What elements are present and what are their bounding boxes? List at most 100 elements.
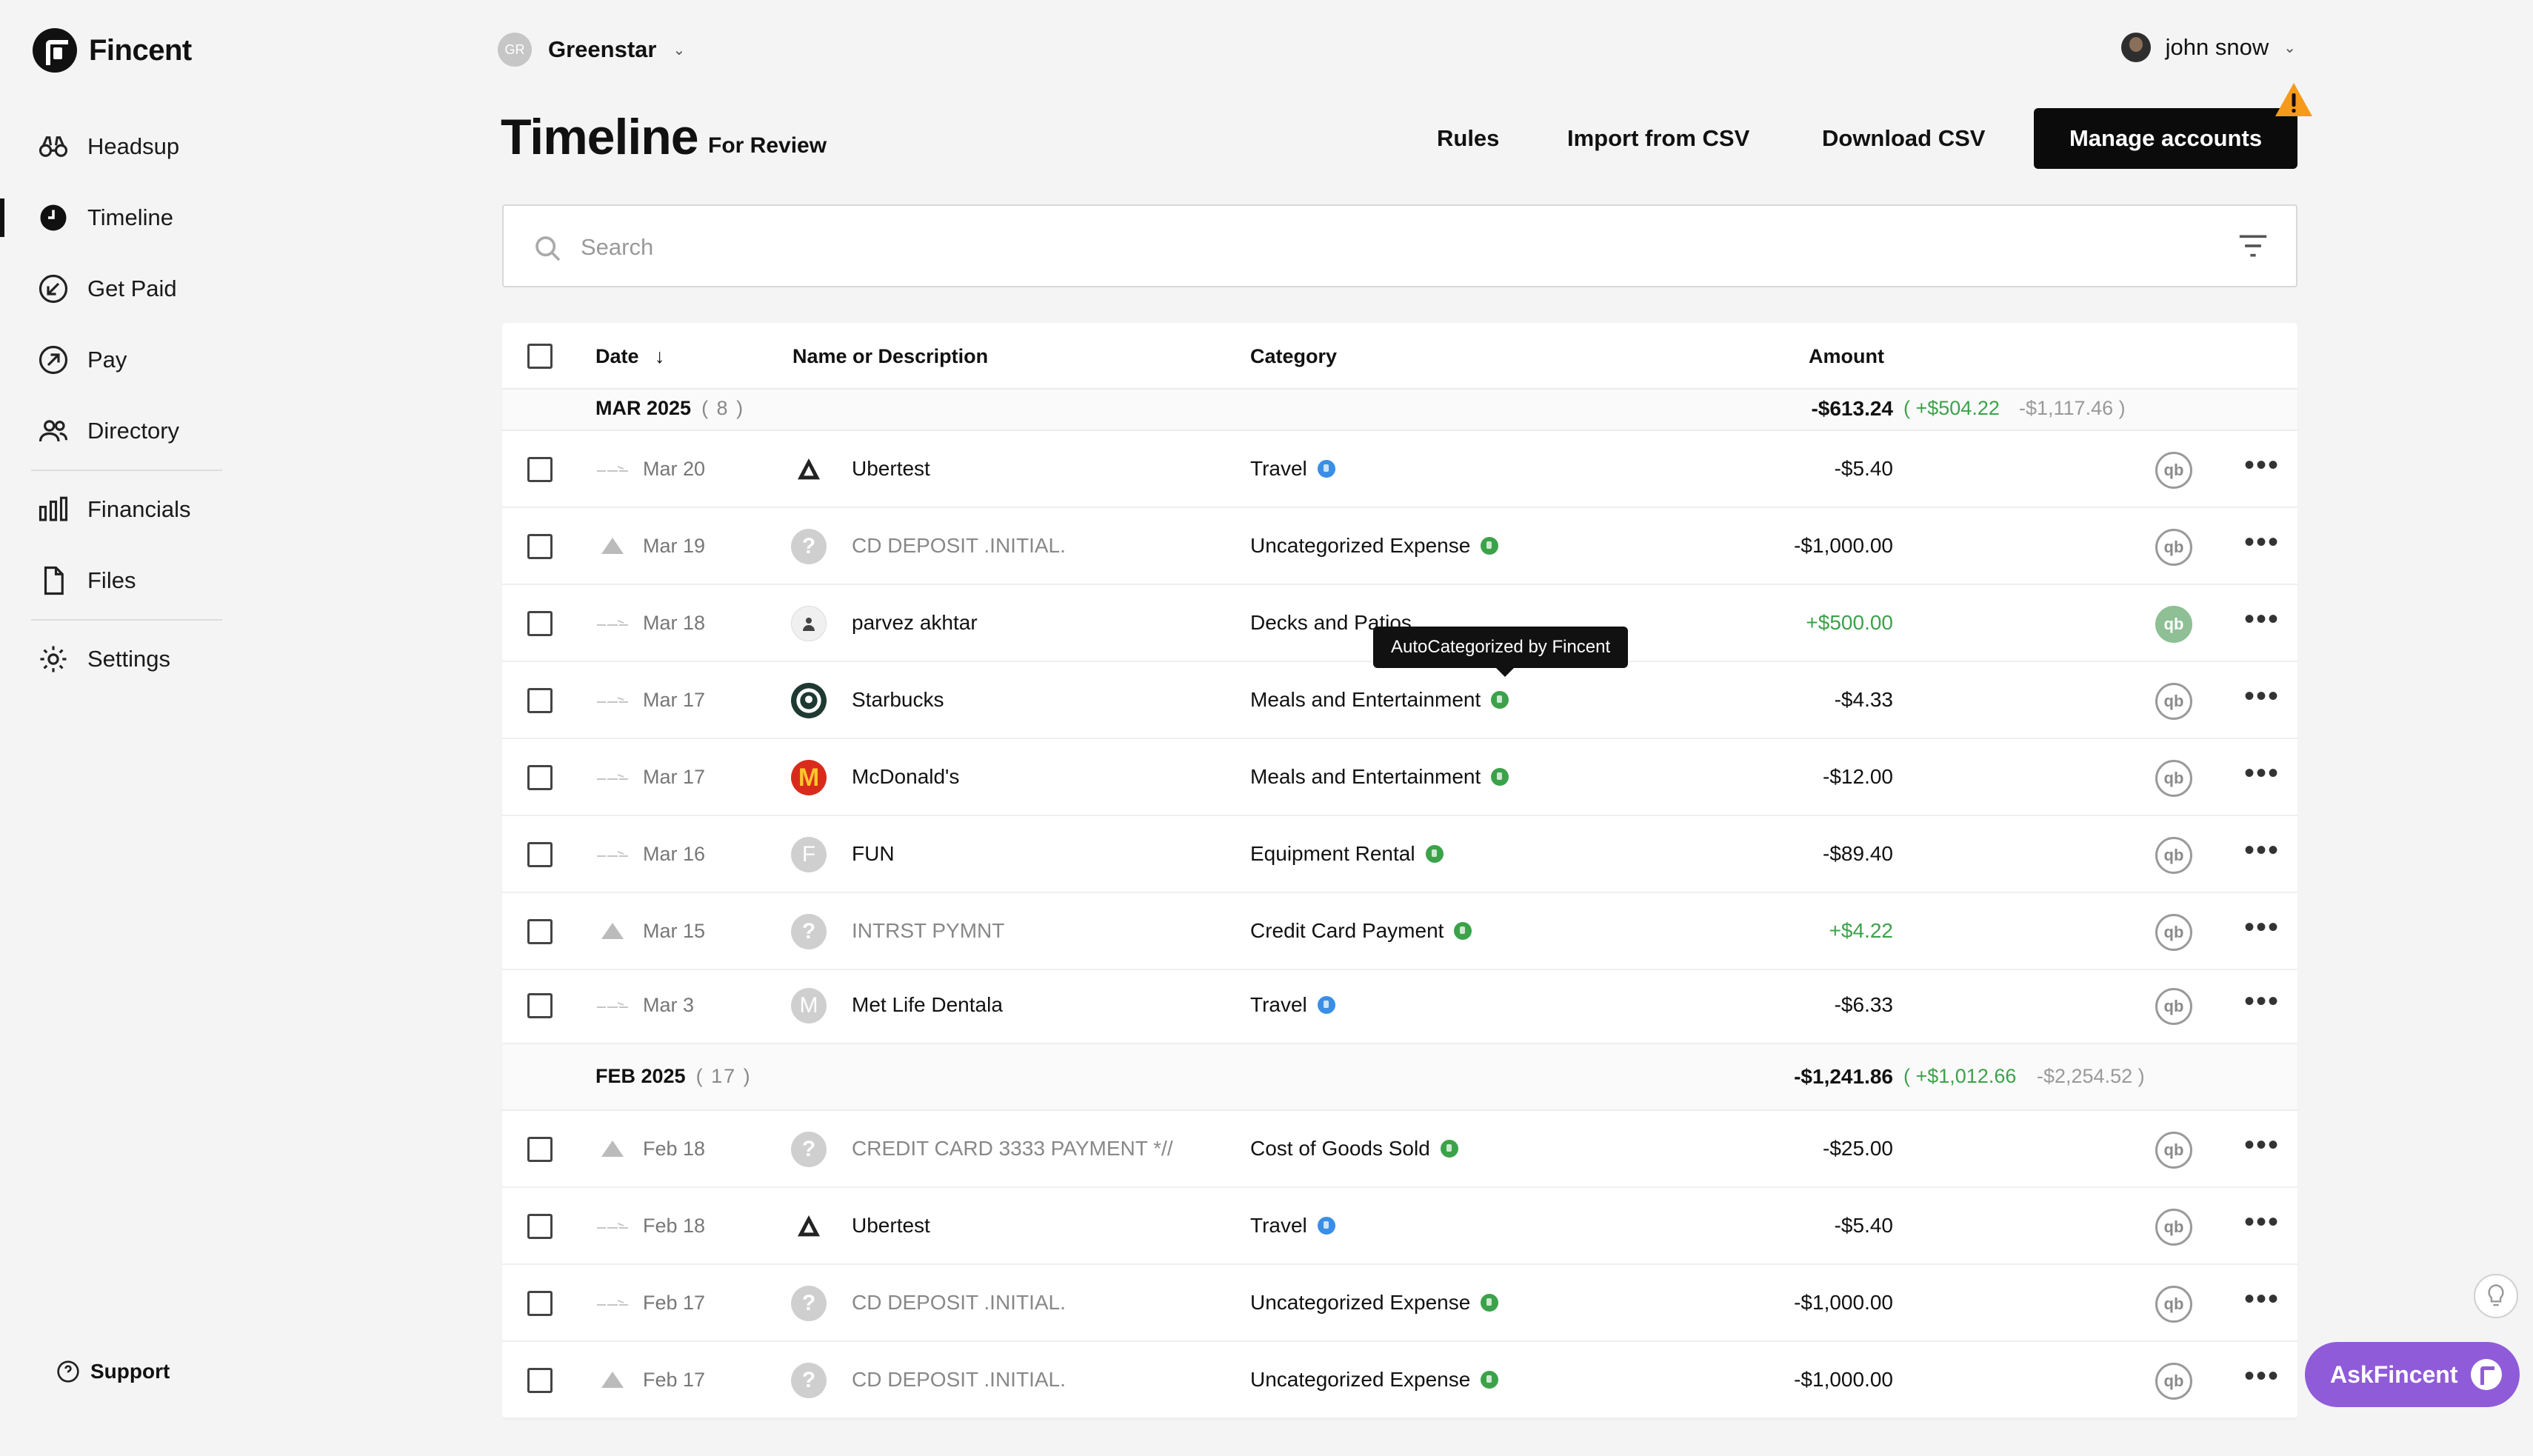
row-checkbox[interactable] xyxy=(527,688,553,713)
brand[interactable]: Fincent xyxy=(33,28,192,73)
quickbooks-sync-icon[interactable]: qb xyxy=(2155,606,2192,643)
user-menu[interactable]: john snow ⌄ xyxy=(2120,33,2296,62)
table-row[interactable]: Feb 18? CREDIT CARD 3333 PAYMENT *// Cost … xyxy=(502,1111,2297,1188)
quickbooks-sync-icon[interactable]: qb xyxy=(2155,452,2192,489)
category-cell[interactable]: Meals and Entertainment xyxy=(1250,765,1509,789)
warning-icon[interactable] xyxy=(2274,81,2314,118)
table-row[interactable]: Feb 18 Ubertest Travel -$5.40 qb ••• xyxy=(502,1188,2297,1265)
table-row[interactable]: Mar 3 M Met Life Dentala Travel -$6.33 qb ••• xyxy=(502,967,2297,1044)
more-options-icon[interactable]: ••• xyxy=(2244,604,2280,634)
transaction-amount: +$500.00 xyxy=(1806,611,1893,634)
brand-name: Fincent xyxy=(89,33,192,67)
rules-button[interactable]: Rules xyxy=(1437,108,1499,169)
quickbooks-sync-icon[interactable]: qb xyxy=(2155,1132,2192,1169)
table-row[interactable]: Mar 19? CD DEPOSIT .INITIAL. Uncategorized… xyxy=(502,508,2297,585)
row-checkbox[interactable] xyxy=(527,1368,553,1393)
sidebar-item-timeline[interactable]: Timeline xyxy=(0,182,237,253)
category-cell[interactable]: Uncategorized Expense xyxy=(1250,1368,1499,1392)
sidebar-item-pay[interactable]: Pay xyxy=(0,324,237,395)
more-options-icon[interactable]: ••• xyxy=(2244,681,2280,711)
table-row[interactable]: Mar 17 Starbucks Meals and Entertainment -$… xyxy=(502,662,2297,739)
select-all-checkbox[interactable] xyxy=(527,344,553,369)
table-row[interactable]: Mar 16 F FUN Equipment Rental -$89.40 qb ••• xyxy=(502,816,2297,893)
row-checkbox[interactable] xyxy=(527,457,553,482)
quickbooks-sync-icon[interactable]: qb xyxy=(2155,1209,2192,1246)
quickbooks-sync-icon[interactable]: qb xyxy=(2155,914,2192,951)
transaction-date: Mar 19 xyxy=(643,535,706,557)
sidebar-item-label: Get Paid xyxy=(87,275,177,301)
more-options-icon[interactable]: ••• xyxy=(2244,986,2280,1016)
uber-icon xyxy=(791,1209,827,1244)
table-row[interactable]: Feb 17? CD DEPOSIT .INITIAL. Uncategorized… xyxy=(502,1265,2297,1342)
category-cell[interactable]: Cost of Goods Sold xyxy=(1250,1137,1458,1161)
filter-icon[interactable] xyxy=(2237,231,2269,261)
more-options-icon[interactable]: ••• xyxy=(2244,1207,2280,1237)
quickbooks-sync-icon[interactable]: qb xyxy=(2155,837,2192,874)
ask-fincent-button[interactable]: AskFincent xyxy=(2305,1342,2520,1407)
support-link[interactable]: Support xyxy=(56,1360,170,1383)
quickbooks-sync-icon[interactable]: qb xyxy=(2155,529,2192,566)
row-checkbox[interactable] xyxy=(527,1291,553,1316)
sidebar-divider xyxy=(31,470,222,471)
bank-source-icon xyxy=(595,618,630,630)
more-options-icon[interactable]: ••• xyxy=(2244,758,2280,788)
quickbooks-sync-icon[interactable]: qb xyxy=(2155,1363,2192,1400)
lightbulb-icon[interactable] xyxy=(2474,1274,2518,1318)
org-switcher[interactable]: GR Greenstar ⌄ xyxy=(498,33,685,67)
sidebar-item-headsup[interactable]: Headsup xyxy=(0,111,237,182)
bank-source-icon xyxy=(595,695,630,707)
sidebar-item-directory[interactable]: Directory xyxy=(0,395,237,467)
more-options-icon[interactable]: ••• xyxy=(2244,912,2280,942)
search-input[interactable] xyxy=(581,224,2136,271)
category-cell[interactable]: Uncategorized Expense xyxy=(1250,1291,1499,1315)
category-cell[interactable]: Credit Card Payment xyxy=(1250,919,1472,943)
table-row[interactable]: Mar 17 M McDonald's Meals and Entertainment… xyxy=(502,739,2297,816)
transaction-amount: -$6.33 xyxy=(1834,993,1893,1016)
quickbooks-sync-icon[interactable]: qb xyxy=(2155,1286,2192,1323)
bank-source-icon xyxy=(595,1000,630,1012)
bank-source-icon xyxy=(595,1298,630,1309)
manage-accounts-button[interactable]: Manage accounts xyxy=(2034,108,2297,169)
sidebar-item-files[interactable]: Files xyxy=(0,545,237,616)
bank-source-icon xyxy=(595,464,630,475)
column-date[interactable]: Date ↓ xyxy=(595,345,665,368)
table-row[interactable]: Mar 15? INTRST PYMNT Credit Card Payment +$… xyxy=(502,893,2297,970)
category-cell[interactable]: Travel xyxy=(1250,993,1335,1017)
import-csv-button[interactable]: Import from CSV xyxy=(1567,108,1749,169)
binoculars-icon xyxy=(37,130,70,163)
more-options-icon[interactable]: ••• xyxy=(2244,1284,2280,1314)
row-checkbox[interactable] xyxy=(527,765,553,790)
more-options-icon[interactable]: ••• xyxy=(2244,527,2280,557)
row-checkbox[interactable] xyxy=(527,993,553,1018)
more-options-icon[interactable]: ••• xyxy=(2244,1361,2280,1391)
more-options-icon[interactable]: ••• xyxy=(2244,1130,2280,1160)
download-csv-button[interactable]: Download CSV xyxy=(1822,108,1985,169)
group-outflow: -$2,254.52 ) xyxy=(2037,1065,2145,1087)
quickbooks-sync-icon[interactable]: qb xyxy=(2155,988,2192,1025)
table-row[interactable]: Feb 17? CD DEPOSIT .INITIAL. Uncategorized… xyxy=(502,1342,2297,1419)
row-checkbox[interactable] xyxy=(527,842,553,867)
row-checkbox[interactable] xyxy=(527,534,553,559)
sidebar-item-get-paid[interactable]: Get Paid xyxy=(0,253,237,324)
row-checkbox[interactable] xyxy=(527,919,553,944)
row-checkbox[interactable] xyxy=(527,1214,553,1239)
sidebar-item-settings[interactable]: Settings xyxy=(0,624,237,695)
sidebar-item-financials[interactable]: Financials xyxy=(0,474,237,545)
transaction-description: Ubertest xyxy=(852,457,930,480)
more-options-icon[interactable]: ••• xyxy=(2244,835,2280,865)
category-cell[interactable]: Meals and Entertainment xyxy=(1250,688,1509,712)
quickbooks-sync-icon[interactable]: qb xyxy=(2155,760,2192,797)
row-checkbox[interactable] xyxy=(527,1137,553,1162)
category-cell[interactable]: Travel xyxy=(1250,1214,1335,1238)
bank-source-icon xyxy=(595,538,630,554)
table-row[interactable]: Mar 20 Ubertest Travel -$5.40 qb ••• xyxy=(502,431,2297,508)
category-cell[interactable]: Equipment Rental xyxy=(1250,842,1444,866)
file-icon xyxy=(37,564,70,597)
category-cell[interactable]: Travel xyxy=(1250,457,1335,481)
more-options-icon[interactable]: ••• xyxy=(2244,450,2280,480)
auto-categorized-icon xyxy=(1425,845,1444,863)
quickbooks-sync-icon[interactable]: qb xyxy=(2155,683,2192,720)
row-checkbox[interactable] xyxy=(527,611,553,636)
category-cell[interactable]: Uncategorized Expense xyxy=(1250,534,1499,558)
transaction-date: Mar 18 xyxy=(643,612,706,634)
